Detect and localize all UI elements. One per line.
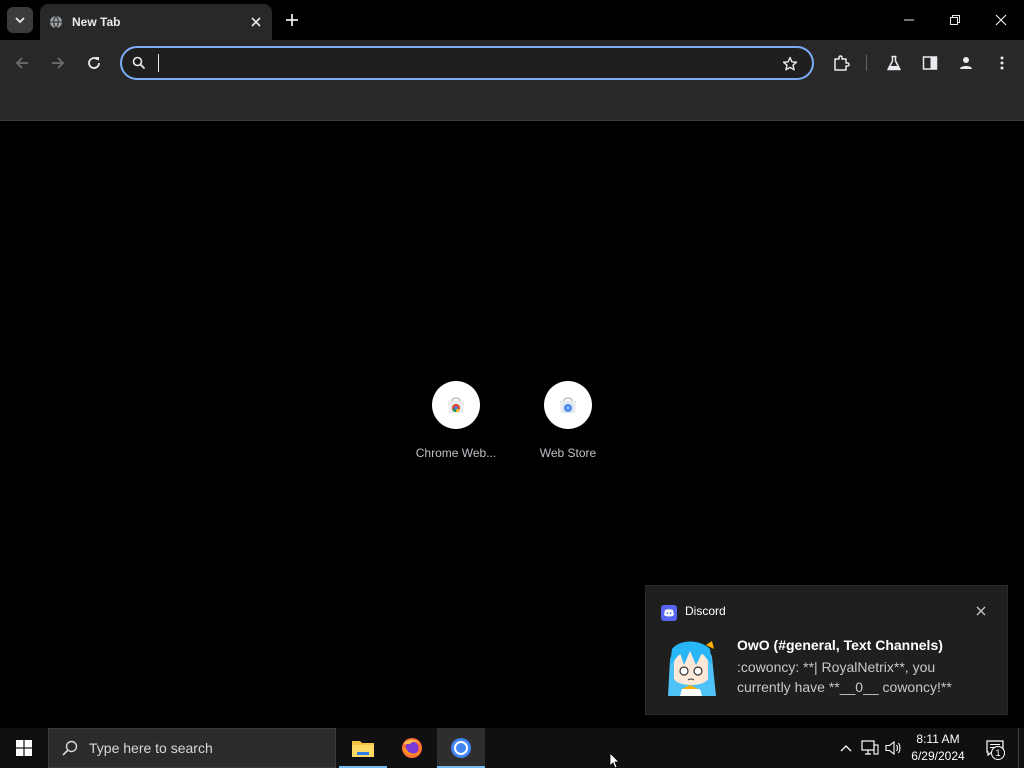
close-icon — [995, 14, 1007, 26]
tab-search-button[interactable] — [7, 7, 33, 33]
chevron-up-icon — [840, 745, 852, 752]
minimize-icon — [904, 19, 914, 21]
taskbar-search-box[interactable]: Type here to search — [48, 728, 336, 768]
text-caret — [158, 54, 159, 72]
shortcut-web-store[interactable]: Web Store — [512, 381, 624, 460]
discord-icon — [661, 605, 677, 621]
new-tab-button[interactable] — [280, 8, 304, 32]
forward-button[interactable] — [44, 49, 72, 77]
taskbar: Type here to search 8:11 AM 6/29/2024 1 — [0, 728, 1024, 768]
close-icon — [251, 17, 261, 27]
address-bar[interactable] — [120, 46, 814, 80]
browser-toolbar — [0, 40, 1024, 86]
start-button[interactable] — [0, 728, 48, 768]
sender-avatar — [660, 635, 721, 696]
star-icon — [782, 56, 798, 71]
firefox-icon — [402, 738, 422, 758]
windows-logo-icon — [16, 740, 32, 756]
side-panel-button[interactable] — [918, 51, 942, 75]
flask-icon — [887, 55, 901, 71]
restore-button[interactable] — [932, 0, 978, 40]
title-bar: New Tab — [0, 0, 1024, 40]
menu-button[interactable] — [990, 51, 1014, 75]
more-vert-icon — [1000, 56, 1004, 70]
tab-new-tab[interactable]: New Tab — [40, 4, 272, 40]
mouse-cursor-icon — [609, 753, 620, 768]
bookmark-star-button[interactable] — [780, 54, 800, 74]
folder-icon — [352, 741, 374, 757]
new-tab-page: Chrome Web... Web Store Discord OwO (#ge… — [0, 121, 1024, 728]
shortcut-label: Chrome Web... — [415, 446, 497, 460]
shortcut-label: Web Store — [539, 446, 597, 460]
notification-title: OwO (#general, Text Channels) — [737, 637, 943, 653]
search-icon — [132, 56, 146, 70]
notification-count-badge: 1 — [991, 746, 1005, 760]
restore-icon — [950, 15, 960, 25]
plus-icon — [286, 14, 298, 26]
volume-button[interactable] — [884, 738, 904, 758]
taskbar-chrome[interactable] — [437, 728, 485, 768]
taskbar-clock[interactable]: 8:11 AM 6/29/2024 — [904, 731, 972, 765]
show-desktop-button[interactable] — [1018, 728, 1024, 768]
person-icon — [960, 57, 972, 69]
chevron-down-icon — [15, 17, 25, 24]
close-icon — [976, 606, 986, 616]
discord-notification[interactable]: Discord OwO (#general, Text Channels) :c… — [645, 585, 1008, 715]
globe-icon — [49, 15, 63, 29]
notification-app-name: Discord — [685, 604, 726, 618]
address-input[interactable] — [156, 52, 756, 74]
taskbar-file-explorer[interactable] — [339, 728, 387, 768]
arrow-right-icon — [52, 57, 65, 69]
speaker-icon — [885, 740, 901, 756]
side-panel-icon — [922, 56, 938, 70]
extensions-button[interactable] — [829, 51, 853, 75]
notification-body: :cowoncy: **| RoyalNetrix**, you current… — [737, 659, 952, 695]
chrome-web-store-icon — [432, 381, 480, 429]
chrome-icon — [451, 738, 471, 758]
toolbar-divider — [866, 55, 867, 71]
clock-time: 8:11 AM — [916, 732, 960, 746]
minimize-button[interactable] — [886, 0, 932, 40]
shortcut-chrome-web[interactable]: Chrome Web... — [400, 381, 512, 460]
arrow-left-icon — [15, 57, 28, 69]
taskbar-search-placeholder: Type here to search — [89, 740, 213, 756]
profile-button[interactable] — [954, 51, 978, 75]
tab-title: New Tab — [72, 15, 121, 29]
network-button[interactable] — [860, 738, 880, 758]
puzzle-icon — [834, 55, 850, 71]
taskbar-firefox[interactable] — [388, 728, 436, 768]
tab-close-button[interactable] — [248, 14, 264, 30]
labs-button[interactable] — [882, 51, 906, 75]
bookmarks-bar — [0, 86, 1024, 121]
network-icon — [861, 740, 879, 755]
search-icon — [61, 739, 79, 757]
clock-date: 6/29/2024 — [911, 749, 965, 763]
action-center-button[interactable]: 1 — [978, 728, 1012, 768]
show-hidden-icons-button[interactable] — [836, 738, 856, 758]
close-window-button[interactable] — [978, 0, 1024, 40]
reload-icon — [88, 57, 100, 69]
web-store-icon — [544, 381, 592, 429]
reload-button[interactable] — [80, 49, 108, 77]
back-button[interactable] — [8, 49, 36, 77]
notification-close-button[interactable] — [973, 603, 989, 619]
